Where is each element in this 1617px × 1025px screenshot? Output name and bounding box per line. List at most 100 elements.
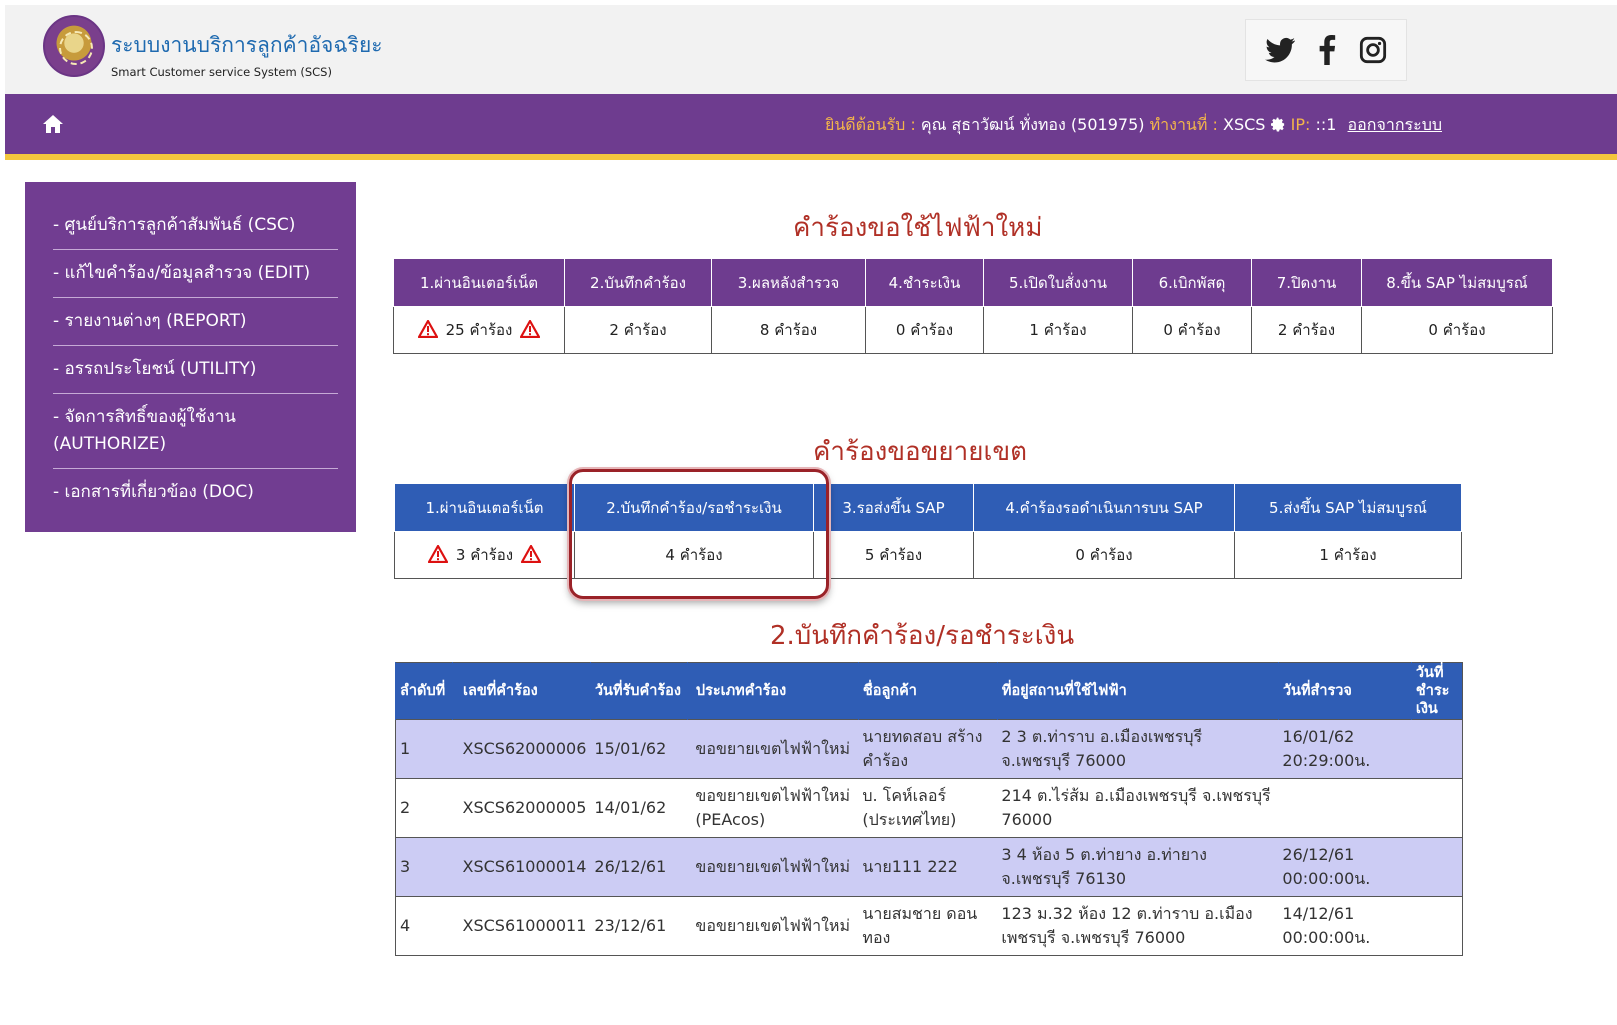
cell-request-no[interactable]: XSCS62000005 — [452, 778, 591, 838]
app-subtitle: Smart Customer service System (SCS) — [111, 65, 332, 79]
col-header: 1.ผ่านอินเตอร์เน็ต — [394, 483, 575, 532]
count-cell[interactable]: 25 คำร้อง — [393, 306, 565, 354]
workplace-label: ทำงานที่ : — [1149, 115, 1218, 134]
ip-label: IP: — [1290, 115, 1311, 134]
cell-paid-date — [1411, 896, 1463, 956]
col-header: 3.รอส่งขึ้น SAP — [813, 483, 974, 532]
cell-no: 2 — [395, 778, 453, 838]
count-cell[interactable]: 1 คำร้อง — [983, 306, 1133, 354]
extension-title: คำร้องขอขยายเขต — [813, 437, 1028, 467]
count-cell[interactable]: 0 คำร้อง — [1132, 306, 1252, 354]
table-row[interactable]: 4 XSCS61000011 23/12/61 ขอขยายเขตไฟฟ้าให… — [395, 896, 1463, 956]
col-header: เลขที่คำร้อง — [452, 662, 591, 720]
extension-table: 1.ผ่านอินเตอร์เน็ต 2.บันทึกคำร้อง/รอชำระ… — [394, 483, 1462, 579]
header: ระบบงานบริการลูกค้าอัจฉริยะ Smart Custom… — [5, 5, 1617, 95]
col-header: 2.บันทึกคำร้อง — [564, 258, 712, 307]
count-value: 25 คำร้อง — [445, 321, 513, 339]
table-row[interactable]: 2 XSCS62000005 14/01/62 ขอขยายเขตไฟฟ้าให… — [395, 778, 1463, 838]
count-cell[interactable]: 0 คำร้อง — [973, 531, 1235, 579]
sidebar-item-edit[interactable]: - แก้ไขคำร้อง/ข้อมูลสำรวจ (EDIT) — [53, 250, 338, 298]
cell-paid-date — [1411, 719, 1463, 779]
count-cell[interactable]: 3 คำร้อง — [394, 531, 575, 579]
detail-table: ลำดับที่ เลขที่คำร้อง วันที่รับคำร้อง ปร… — [395, 662, 1463, 956]
cell-type: ขอขยายเขตไฟฟ้าใหม่ (PEAcos) — [687, 778, 859, 838]
cell-type: ขอขยายเขตไฟฟ้าใหม่ — [687, 719, 859, 779]
col-header: 1.ผ่านอินเตอร์เน็ต — [393, 258, 565, 307]
detail-header-row: ลำดับที่ เลขที่คำร้อง วันที่รับคำร้อง ปร… — [395, 662, 1463, 720]
cell-date: 23/12/61 — [590, 896, 688, 956]
cell-customer: นาย111 222 — [858, 837, 998, 897]
count-cell[interactable]: 0 คำร้อง — [1361, 306, 1553, 354]
sidebar-menu: - ศูนย์บริการลูกค้าสัมพันธ์ (CSC) - แก้ไ… — [25, 182, 356, 532]
cell-customer: นายทดสอบ สร้างคำร้อง — [858, 719, 998, 779]
cell-paid-date — [1411, 778, 1463, 838]
cell-request-no[interactable]: XSCS61000011 — [452, 896, 591, 956]
cell-date: 14/01/62 — [590, 778, 688, 838]
cell-no: 1 — [395, 719, 453, 779]
cell-request-no[interactable]: XSCS62000006 — [452, 719, 591, 779]
cell-date: 26/12/61 — [590, 837, 688, 897]
cell-customer: นายสมชาย ดอนทอง — [858, 896, 998, 956]
table-row[interactable]: 3 XSCS61000014 26/12/61 ขอขยายเขตไฟฟ้าให… — [395, 837, 1463, 897]
cell-address: 3 4 ห้อง 5 ต.ท่ายาง อ.ท่ายาง จ.เพชรบุรี … — [997, 837, 1279, 897]
count-cell[interactable]: 2 คำร้อง — [1251, 306, 1362, 354]
warning-icon — [520, 319, 541, 342]
cell-survey-date: 14/12/61 00:00:00น. — [1278, 896, 1412, 956]
twitter-icon[interactable] — [1265, 37, 1296, 63]
col-header: 5.ส่งขึ้น SAP ไม่สมบูรณ์ — [1234, 483, 1462, 532]
cell-request-no[interactable]: XSCS61000014 — [452, 837, 591, 897]
col-header: วันที่สำรวจ — [1277, 662, 1412, 720]
social-links — [1245, 19, 1407, 81]
cell-paid-date — [1411, 837, 1463, 897]
col-header: ที่อยู่สถานที่ใช้ไฟฟ้า — [996, 662, 1279, 720]
detail-title: 2.บันทึกคำร้อง/รอชำระเงิน — [770, 621, 1075, 651]
cell-type: ขอขยายเขตไฟฟ้าใหม่ — [687, 896, 859, 956]
warning-icon — [417, 319, 438, 342]
gear-icon[interactable] — [1270, 115, 1291, 134]
count-cell[interactable]: 2 คำร้อง — [564, 306, 712, 354]
col-header: 8.ขึ้น SAP ไม่สมบูรณ์ — [1361, 258, 1553, 307]
app-title: ระบบงานบริการลูกค้าอัจฉริยะ — [111, 33, 383, 57]
pea-logo — [43, 15, 105, 77]
cell-survey-date: 16/01/62 20:29:00น. — [1278, 719, 1412, 779]
col-header: วันที่ชำระเงิน — [1410, 662, 1463, 720]
cell-customer: บ. โคห์เลอร์ (ประเทศไทย) — [858, 778, 998, 838]
page: ระบบงานบริการลูกค้าอัจฉริยะ Smart Custom… — [5, 5, 1617, 1025]
cell-no: 4 — [395, 896, 453, 956]
cell-no: 3 — [395, 837, 453, 897]
workplace-value: XSCS — [1222, 115, 1266, 134]
user-info: ยินดีต้อนรับ : คุณ สุธาวัฒน์ ทั่งทอง (50… — [825, 113, 1442, 138]
col-header: 5.เปิดใบสั่งงาน — [983, 258, 1133, 307]
col-header: 3.ผลหลังสำรวจ — [711, 258, 866, 307]
user-name: คุณ สุธาวัฒน์ ทั่งทอง (501975) — [920, 115, 1145, 134]
count-cell[interactable]: 8 คำร้อง — [711, 306, 866, 354]
warning-icon — [427, 544, 449, 567]
cell-survey-date — [1278, 778, 1412, 838]
col-header: ลำดับที่ — [395, 662, 453, 720]
count-cell[interactable]: 1 คำร้อง — [1234, 531, 1462, 579]
sidebar-item-utility[interactable]: - อรรถประโยชน์ (UTILITY) — [53, 346, 338, 394]
warning-icon — [520, 544, 542, 567]
sidebar-item-doc[interactable]: - เอกสารที่เกี่ยวข้อง (DOC) — [53, 469, 338, 516]
col-header: 7.ปิดงาน — [1251, 258, 1362, 307]
new-electricity-title: คำร้องขอใช้ไฟฟ้าใหม่ — [793, 213, 1043, 243]
count-value: 3 คำร้อง — [455, 546, 514, 564]
sidebar-item-authorize[interactable]: - จัดการสิทธิ์ของผู้ใช้งาน (AUTHORIZE) — [53, 394, 338, 469]
logout-link[interactable]: ออกจากระบบ — [1348, 115, 1442, 134]
facebook-icon[interactable] — [1318, 35, 1336, 65]
cell-address: 123 ม.32 ห้อง 12 ต.ท่าราบ อ.เมืองเพชรบุร… — [997, 896, 1279, 956]
count-cell[interactable]: 5 คำร้อง — [813, 531, 974, 579]
cell-address: 2 3 ต.ท่าราบ อ.เมืองเพชรบุรี จ.เพชรบุรี … — [997, 719, 1279, 779]
cell-address: 214 ต.ไร่ส้ม อ.เมืองเพชรบุรี จ.เพชรบุรี … — [997, 778, 1279, 838]
table-row[interactable]: 1 XSCS62000006 15/01/62 ขอขยายเขตไฟฟ้าให… — [395, 719, 1463, 779]
sidebar-item-report[interactable]: - รายงานต่างๆ (REPORT) — [53, 298, 338, 346]
top-navbar: ยินดีต้อนรับ : คุณ สุธาวัฒน์ ทั่งทอง (50… — [5, 94, 1617, 160]
col-header: ประเภทคำร้อง — [686, 662, 859, 720]
count-cell[interactable]: 0 คำร้อง — [865, 306, 984, 354]
sidebar-item-csc[interactable]: - ศูนย์บริการลูกค้าสัมพันธ์ (CSC) — [53, 202, 338, 250]
cell-type: ขอขยายเขตไฟฟ้าใหม่ — [687, 837, 859, 897]
cell-date: 15/01/62 — [590, 719, 688, 779]
home-icon[interactable] — [42, 114, 64, 138]
instagram-icon[interactable] — [1359, 36, 1387, 64]
col-header: 4.ชำระเงิน — [865, 258, 984, 307]
